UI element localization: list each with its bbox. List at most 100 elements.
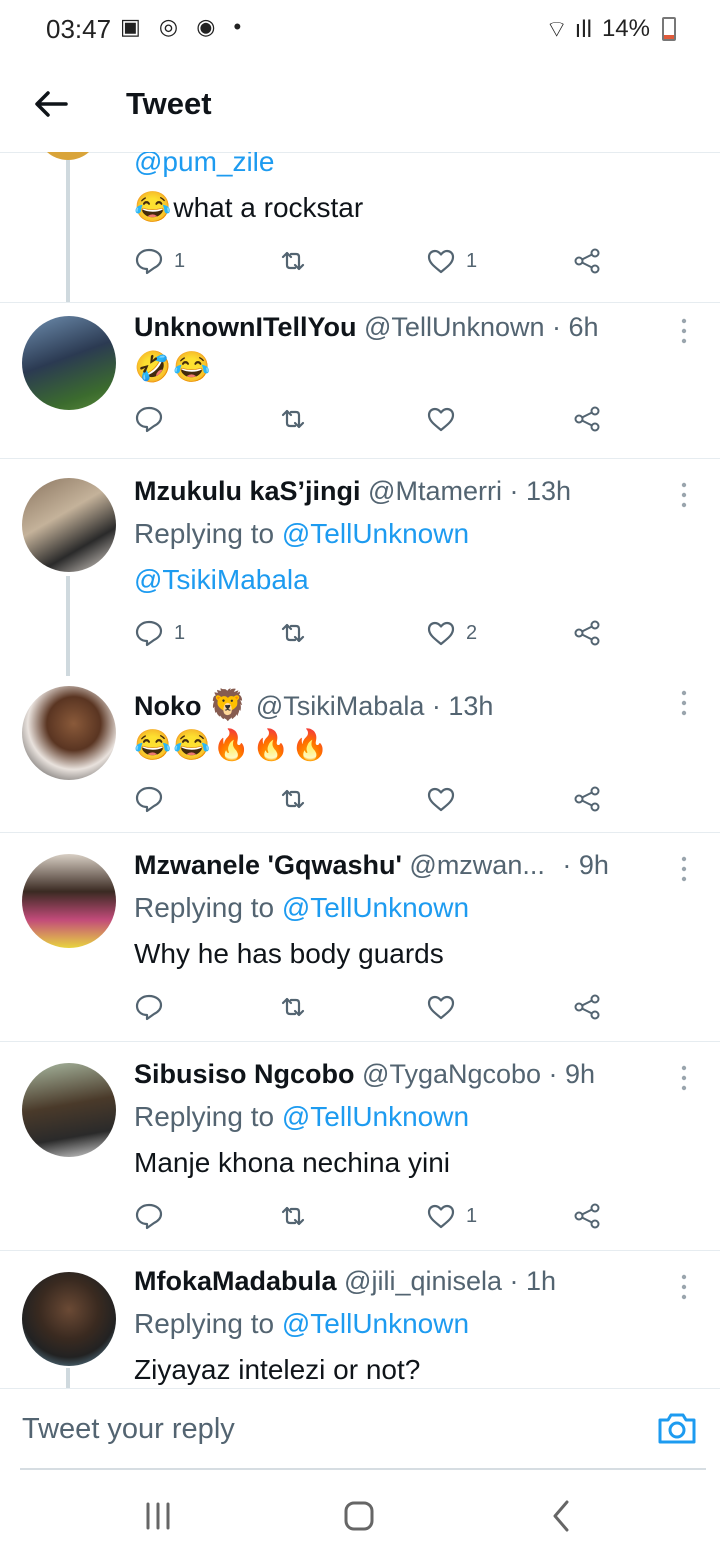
tweet-text: Ziyayaz intelezi or not? — [134, 1354, 421, 1385]
retweet-button[interactable] — [278, 990, 308, 1024]
mention-link[interactable]: @pum_zile — [134, 152, 274, 178]
avatar[interactable] — [22, 686, 116, 780]
reply-button[interactable] — [134, 1199, 164, 1233]
like-icon — [427, 407, 455, 432]
share-button[interactable] — [572, 782, 602, 816]
like-button[interactable] — [426, 402, 456, 436]
replying-to-link[interactable]: @TellUnknown — [282, 1308, 469, 1339]
home-icon[interactable] — [337, 1494, 381, 1538]
reply-input[interactable]: Tweet your reply — [22, 1413, 235, 1446]
display-name[interactable]: MfokaMadabula — [134, 1266, 337, 1296]
like-icon — [427, 249, 455, 274]
like-button[interactable]: 1 — [426, 1199, 477, 1233]
like-button[interactable] — [426, 782, 456, 816]
display-name[interactable]: Noko — [134, 691, 202, 721]
retweet-button[interactable] — [278, 1199, 308, 1233]
reply-button[interactable] — [134, 782, 164, 816]
display-name[interactable]: Mzukulu kaS’jingi — [134, 476, 361, 506]
like-count: 2 — [466, 621, 478, 644]
tweet-item[interactable]: UnknownITellYou @TellUnknown · 6h 🤣😂 — [0, 302, 720, 459]
avatar[interactable] — [22, 854, 116, 948]
tweet-item[interactable]: MfokaMadabula @jili_qinisela · 1h Replyi… — [0, 1250, 720, 1388]
more-icon[interactable] — [676, 1272, 692, 1302]
display-name[interactable]: Sibusiso Ngcobo — [134, 1059, 355, 1089]
tweet-item[interactable]: Mzwanele 'Gqwashu' @mzwan... · 9h Replyi… — [0, 832, 720, 1042]
reply-icon — [135, 248, 163, 275]
more-icon[interactable] — [676, 854, 692, 884]
share-button[interactable] — [572, 616, 602, 650]
wifi-signal-icon: ⌔ ıll — [545, 16, 592, 43]
tweet-item[interactable]: @pum_zile 😂what a rockstar 1 1 — [0, 152, 720, 303]
retweet-icon — [281, 251, 305, 271]
tweet-item[interactable]: Sibusiso Ngcobo @TygaNgcobo · 9h Replyin… — [0, 1041, 720, 1251]
replying-to: Replying to @TellUnknown — [134, 1308, 469, 1340]
recent-apps-icon[interactable] — [136, 1494, 180, 1538]
display-name[interactable]: UnknownITellYou — [134, 312, 357, 342]
handle[interactable]: @TygaNgcobo · 9h — [362, 1059, 595, 1089]
tweet-header: Mzukulu kaS’jingi @Mtamerri · 13h — [134, 476, 571, 507]
retweet-button[interactable] — [278, 782, 308, 816]
share-button[interactable] — [572, 244, 602, 278]
reply-icon — [135, 994, 163, 1021]
back-arrow-icon[interactable] — [30, 84, 70, 124]
reply-count: 1 — [174, 249, 186, 272]
tweet-header: MfokaMadabula @jili_qinisela · 1h — [134, 1266, 556, 1297]
share-button[interactable] — [572, 990, 602, 1024]
avatar[interactable] — [38, 152, 98, 160]
reply-button[interactable] — [134, 402, 164, 436]
replying-to-link[interactable]: @TellUnknown — [282, 518, 469, 549]
avatar[interactable] — [22, 478, 116, 572]
handle[interactable]: @mzwan... — [409, 850, 544, 880]
status-time: 03:47 — [46, 14, 112, 44]
reply-button[interactable] — [134, 990, 164, 1024]
back-nav-icon[interactable] — [540, 1494, 584, 1538]
share-icon — [574, 994, 600, 1020]
like-button[interactable]: 1 — [426, 244, 477, 278]
replying-prefix: Replying to — [134, 1308, 282, 1339]
handle[interactable]: @TsikiMabala · 13h — [256, 691, 494, 721]
handle[interactable]: @Mtamerri · 13h — [368, 476, 571, 506]
share-icon — [574, 1203, 600, 1229]
reply-icon — [135, 786, 163, 813]
more-icon[interactable] — [676, 1063, 692, 1093]
replying-to: Replying to @TellUnknown — [134, 1101, 469, 1133]
mention-link[interactable]: @TsikiMabala — [134, 564, 309, 596]
share-button[interactable] — [572, 402, 602, 436]
avatar[interactable] — [22, 1063, 116, 1157]
thread-line — [66, 160, 70, 302]
notification-icons: ▣ ◎ ◉ • — [120, 14, 248, 39]
retweet-button[interactable] — [278, 616, 308, 650]
share-button[interactable] — [572, 1199, 602, 1233]
replying-to-link[interactable]: @TellUnknown — [282, 1101, 469, 1132]
avatar[interactable] — [22, 316, 116, 410]
camera-icon[interactable] — [656, 1407, 698, 1449]
display-name[interactable]: Mzwanele 'Gqwashu' — [134, 850, 402, 880]
retweet-button[interactable] — [278, 402, 308, 436]
handle[interactable]: @TellUnknown · 6h — [364, 312, 599, 342]
like-count: 1 — [466, 249, 478, 272]
like-icon — [427, 1204, 455, 1229]
tweet-header: Mzwanele 'Gqwashu' @mzwan... · 9h — [134, 850, 609, 881]
reply-button[interactable]: 1 — [134, 244, 185, 278]
more-icon[interactable] — [676, 688, 692, 718]
tweet-header: UnknownITellYou @TellUnknown · 6h — [134, 312, 599, 343]
tweet-feed[interactable]: @pum_zile 😂what a rockstar 1 1 UnknownIT… — [0, 152, 720, 1388]
reply-button[interactable]: 1 — [134, 616, 185, 650]
replying-to: Replying to @TellUnknown — [134, 892, 469, 924]
timestamp: · 9h — [562, 850, 609, 880]
more-icon[interactable] — [676, 316, 692, 346]
like-count: 1 — [466, 1204, 478, 1227]
replying-to-link[interactable]: @TellUnknown — [282, 892, 469, 923]
like-button[interactable] — [426, 990, 456, 1024]
avatar[interactable] — [22, 1272, 116, 1366]
handle[interactable]: @jili_qinisela · 1h — [344, 1266, 556, 1296]
tweet-item[interactable]: Noko 🦁 @TsikiMabala · 13h 😂😂🔥🔥🔥 — [0, 672, 720, 833]
tweet-header: Sibusiso Ngcobo @TygaNgcobo · 9h — [134, 1059, 595, 1090]
tweet-item[interactable]: Mzukulu kaS’jingi @Mtamerri · 13h Replyi… — [0, 458, 720, 676]
tweet-emoji: 🤣😂 — [134, 351, 213, 384]
reply-icon — [135, 1203, 163, 1230]
like-button[interactable]: 2 — [426, 616, 477, 650]
replying-prefix: Replying to — [134, 1101, 282, 1132]
retweet-button[interactable] — [278, 244, 308, 278]
more-icon[interactable] — [676, 480, 692, 510]
